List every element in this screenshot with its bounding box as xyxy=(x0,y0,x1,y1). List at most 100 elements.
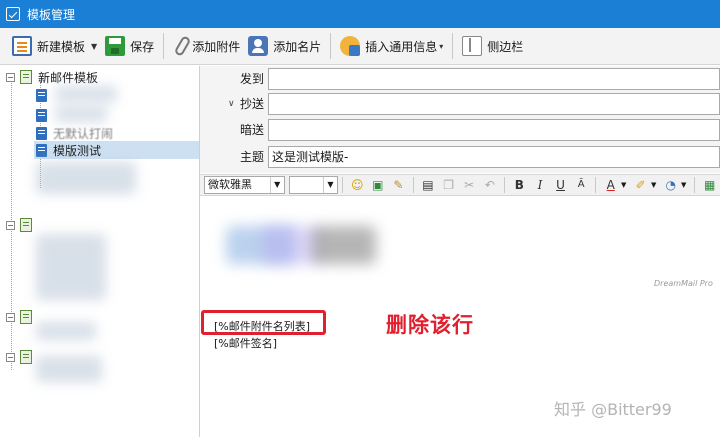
tree-folder[interactable]: − xyxy=(6,308,38,326)
template-doc-icon xyxy=(36,88,47,102)
tree-folder-root[interactable]: − 新邮件模板 xyxy=(6,68,98,86)
to-field[interactable] xyxy=(268,68,720,90)
paste-icon[interactable]: ▤ xyxy=(420,176,437,194)
add-card-button[interactable]: 添加名片 xyxy=(244,32,325,60)
watermark: 知乎 @Bitter99 xyxy=(554,400,672,419)
redacted-text xyxy=(36,234,106,300)
redacted-content xyxy=(312,226,376,264)
collapse-icon[interactable]: − xyxy=(6,352,15,362)
window-icon xyxy=(6,7,20,21)
chevron-down-icon: ▼ xyxy=(323,177,337,193)
new-template-button[interactable]: 新建模板 ▼ xyxy=(8,32,101,60)
collapse-icon[interactable]: − xyxy=(6,312,15,322)
toolbar-divider xyxy=(504,177,506,193)
new-template-icon xyxy=(12,36,32,56)
contact-card-icon xyxy=(248,36,269,56)
title-bar: 模板管理 xyxy=(0,0,720,28)
chevron-down-icon[interactable]: ▼ xyxy=(681,181,686,189)
toolbar-divider xyxy=(412,177,414,193)
font-name-value: 微软雅黑 xyxy=(208,178,252,191)
redacted-text xyxy=(55,86,117,102)
toolbar-divider xyxy=(330,33,332,59)
add-attachment-button[interactable]: 添加附件 xyxy=(169,32,244,60)
insert-info-button[interactable]: 插入通用信息 ▾ xyxy=(336,32,447,60)
cc-label: 抄送 xyxy=(239,97,264,111)
collapse-icon[interactable]: − xyxy=(6,72,15,82)
template-doc-icon xyxy=(36,143,47,157)
save-label: 保存 xyxy=(130,39,155,54)
folder-icon xyxy=(20,218,32,232)
tree-folder-label: 新邮件模板 xyxy=(38,70,99,85)
tree-item[interactable] xyxy=(36,106,53,124)
undo-icon[interactable]: ↶ xyxy=(482,176,499,194)
font-name-select[interactable]: 微软雅黑 ▼ xyxy=(204,176,285,194)
font-size-select[interactable]: ▼ xyxy=(288,176,338,194)
copy-icon[interactable]: ❐ xyxy=(440,176,457,194)
font-color-icon[interactable]: A xyxy=(602,176,619,194)
insert-info-label: 插入通用信息 xyxy=(365,39,438,54)
toolbar-divider xyxy=(163,33,165,59)
toolbar-divider xyxy=(452,33,454,59)
save-button[interactable]: 保存 xyxy=(101,32,158,60)
subject-label: 主题 xyxy=(239,150,264,164)
italic-button[interactable]: I xyxy=(532,176,549,194)
sidebar-label: 侧边栏 xyxy=(487,39,524,54)
highlight-icon[interactable]: ✐ xyxy=(632,176,649,194)
tree-item-selected[interactable]: 模版测试 xyxy=(34,141,199,159)
collapse-icon[interactable]: − xyxy=(6,220,15,230)
redacted-text xyxy=(36,322,96,340)
chevron-down-icon[interactable]: ▼ xyxy=(621,181,626,189)
tree-item[interactable] xyxy=(36,86,53,104)
dropdown-arrow-icon[interactable]: ▾ xyxy=(439,42,443,51)
chevron-down-icon: ▼ xyxy=(269,177,284,193)
bcc-field[interactable] xyxy=(268,119,720,141)
save-icon xyxy=(105,36,126,56)
sidebar-button[interactable]: 侧边栏 xyxy=(458,32,527,60)
bold-button[interactable]: B xyxy=(511,176,528,194)
insert-image-icon[interactable]: ▣ xyxy=(370,176,387,194)
cut-icon[interactable]: ✂ xyxy=(461,176,478,194)
annotation-text: 删除该行 xyxy=(386,313,474,337)
bcc-label: 暗送 xyxy=(239,123,264,137)
folder-icon xyxy=(20,350,32,364)
background-icon[interactable]: ◔ xyxy=(662,176,679,194)
redacted-text xyxy=(36,356,102,382)
to-label: 发到 xyxy=(239,72,264,86)
toolbar-divider xyxy=(694,177,696,193)
annotation-highlight-box xyxy=(201,310,326,335)
underline-button[interactable]: U xyxy=(552,176,569,194)
main-toolbar: 新建模板 ▼ 保存 添加附件 添加名片 插入通用信息 ▾ 侧边栏 xyxy=(0,28,720,65)
tree-item[interactable]: 无默认打闹 xyxy=(36,124,113,142)
clear-format-icon[interactable]: Ā xyxy=(573,176,590,194)
tree-item-label: 无默认打闹 xyxy=(53,126,114,141)
toolbar-divider xyxy=(595,177,597,193)
sidebar-icon xyxy=(462,36,483,56)
subject-field[interactable]: 这是测试模版- xyxy=(268,146,720,168)
new-template-label: 新建模板 xyxy=(37,39,86,54)
insert-info-icon xyxy=(340,36,361,56)
cc-field[interactable] xyxy=(268,93,720,115)
tree-item-label: 模版测试 xyxy=(53,143,102,158)
tree-folder[interactable]: − xyxy=(6,348,38,366)
add-card-label: 添加名片 xyxy=(273,39,322,54)
template-doc-icon xyxy=(36,108,47,122)
dropdown-arrow-icon[interactable]: ▼ xyxy=(91,42,97,51)
chevron-down-icon[interactable]: ▼ xyxy=(651,181,656,189)
editor-toolbar: 微软雅黑 ▼ ▼ ☺ ▣ ✎ ▤ ❐ ✂ ↶ B I U Ā A ▼ ✐ ▼ ◔… xyxy=(200,174,720,196)
format-painter-icon[interactable]: ✎ xyxy=(390,176,407,194)
signature-placeholder: [%邮件签名] xyxy=(214,337,278,350)
paperclip-icon xyxy=(173,35,192,57)
table-icon[interactable]: ▦ xyxy=(701,176,718,194)
window-title: 模板管理 xyxy=(27,7,76,22)
redacted-text xyxy=(55,106,107,122)
add-attachment-label: 添加附件 xyxy=(192,39,241,54)
brand-label: DreamMail Pro xyxy=(654,279,713,288)
template-doc-icon xyxy=(36,126,47,140)
toolbar-divider xyxy=(342,177,343,193)
tree-folder[interactable]: − xyxy=(6,216,38,234)
emoji-icon[interactable]: ☺ xyxy=(349,176,366,194)
folder-icon xyxy=(20,70,32,84)
redacted-text xyxy=(36,162,136,194)
folder-icon xyxy=(20,310,32,324)
template-tree: − 新邮件模板 无默认打闹 模版测试 − − − xyxy=(0,66,200,437)
